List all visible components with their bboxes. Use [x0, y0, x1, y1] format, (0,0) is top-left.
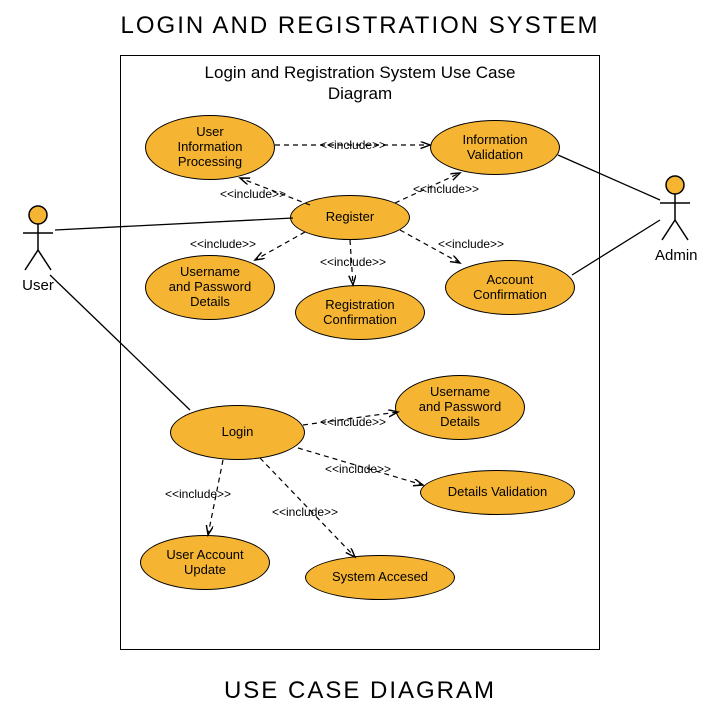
stereotype-include: <<include>> [272, 505, 338, 519]
usecase-details-validation: Details Validation [420, 470, 575, 515]
usecase-label: Usernameand PasswordDetails [169, 265, 251, 310]
page-title: LOGIN AND REGISTRATION SYSTEM [0, 0, 720, 40]
stereotype-include: <<include>> [325, 462, 391, 476]
actor-admin: Admin [655, 175, 695, 264]
system-label: Login and Registration System Use Case D… [121, 56, 599, 111]
stereotype-include: <<include>> [320, 415, 386, 429]
usecase-label: Details Validation [448, 485, 547, 500]
usecase-label: InformationValidation [462, 133, 527, 163]
usecase-registration-confirmation: RegistrationConfirmation [295, 285, 425, 340]
usecase-username-password-1: Usernameand PasswordDetails [145, 255, 275, 320]
usecase-user-info-processing: UserInformationProcessing [145, 115, 275, 180]
stereotype-include: <<include>> [438, 237, 504, 251]
usecase-user-account-update: User AccountUpdate [140, 535, 270, 590]
actor-user: User [18, 205, 58, 294]
usecase-label: RegistrationConfirmation [323, 298, 397, 328]
stereotype-include: <<include>> [413, 182, 479, 196]
usecase-account-confirmation: AccountConfirmation [445, 260, 575, 315]
usecase-label: Usernameand PasswordDetails [419, 385, 501, 430]
stereotype-include: <<include>> [320, 138, 386, 152]
page-subtitle: USE CASE DIAGRAM [0, 677, 720, 705]
stick-figure-icon [18, 205, 58, 275]
stereotype-include: <<include>> [320, 255, 386, 269]
usecase-username-password-2: Usernameand PasswordDetails [395, 375, 525, 440]
usecase-label: System Accesed [332, 570, 428, 585]
usecase-label: UserInformationProcessing [177, 125, 242, 170]
stick-figure-icon [655, 175, 695, 245]
usecase-label: Register [326, 210, 374, 225]
actor-user-label: User [18, 277, 58, 294]
usecase-label: User AccountUpdate [166, 548, 243, 578]
stereotype-include: <<include>> [165, 487, 231, 501]
usecase-label: AccountConfirmation [473, 273, 547, 303]
actor-admin-label: Admin [655, 247, 695, 264]
stereotype-include: <<include>> [190, 237, 256, 251]
usecase-register: Register [290, 195, 410, 240]
usecase-login: Login [170, 405, 305, 460]
stereotype-include: <<include>> [220, 187, 286, 201]
usecase-system-accessed: System Accesed [305, 555, 455, 600]
usecase-label: Login [222, 425, 254, 440]
usecase-information-validation: InformationValidation [430, 120, 560, 175]
